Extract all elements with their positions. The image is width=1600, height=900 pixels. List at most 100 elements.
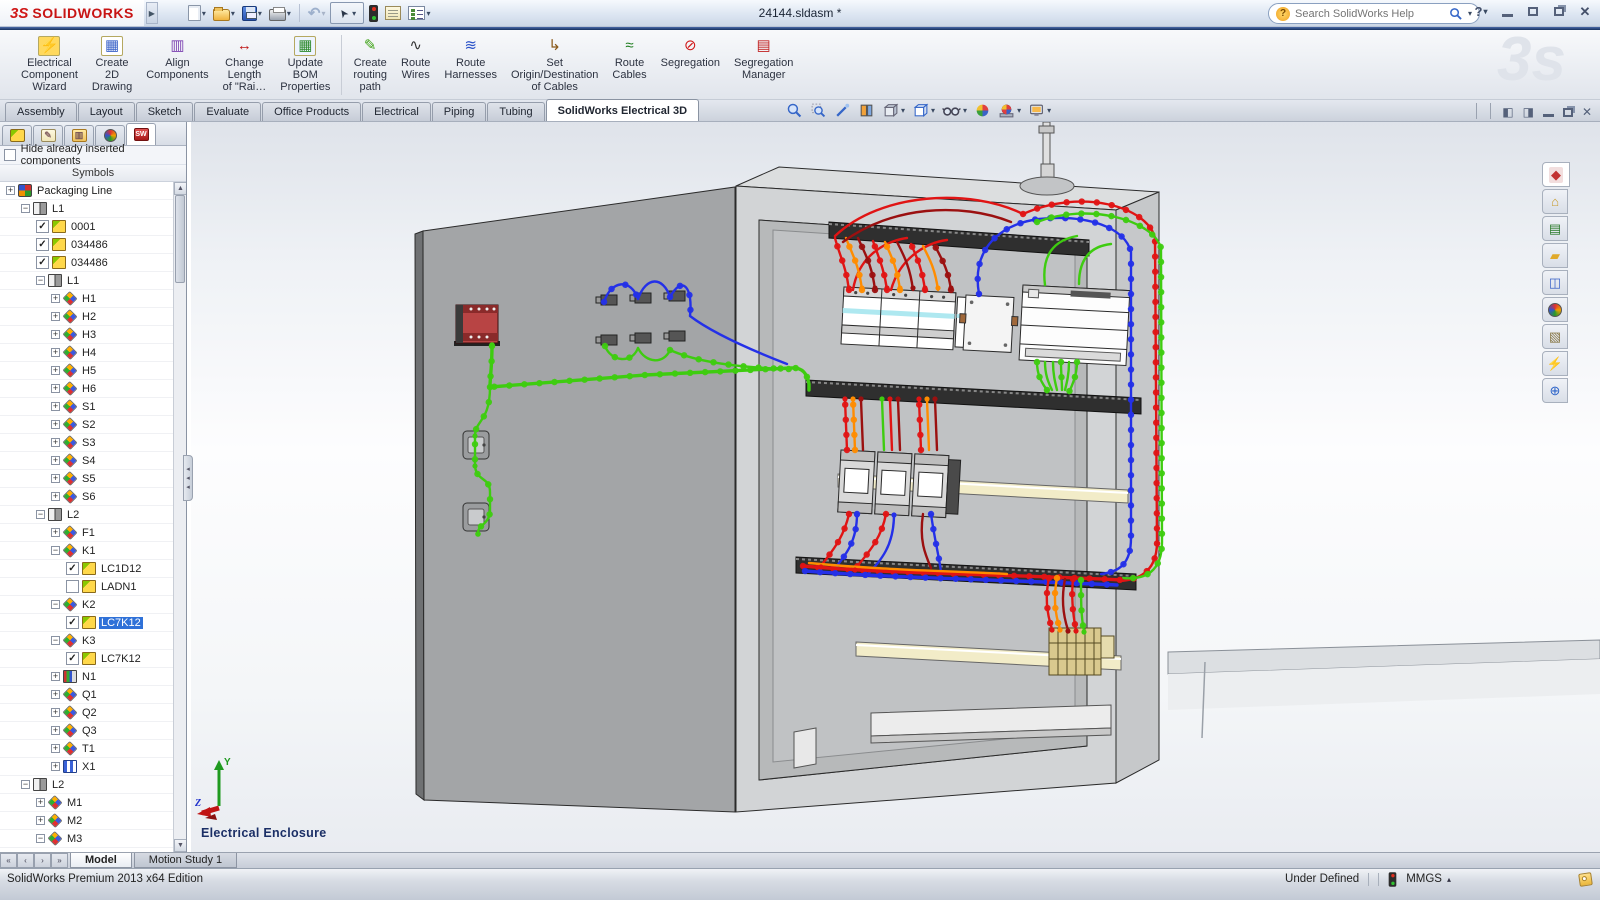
doc-cascade-button[interactable] xyxy=(1563,108,1573,117)
save-button[interactable]: ▾ xyxy=(240,2,264,24)
view-orientation-button[interactable]: ▾ xyxy=(881,101,906,120)
route-harnesses-button[interactable]: ≋Route Harnesses xyxy=(437,35,504,82)
tree-item-label[interactable]: S4 xyxy=(80,455,97,467)
component-checkbox[interactable]: ✓ xyxy=(36,238,49,251)
create-2d-drawing-button[interactable]: ▦Create 2D Drawing xyxy=(85,35,139,94)
tree-expander[interactable]: + xyxy=(51,348,60,357)
task-pane-tab-custom-properties[interactable]: ▧ xyxy=(1542,324,1568,349)
tab-property-manager[interactable]: ✎ xyxy=(33,125,63,145)
open-button[interactable]: ▾ xyxy=(211,2,237,24)
zoom-to-fit-button[interactable] xyxy=(785,101,804,120)
tree-item-label[interactable]: Q3 xyxy=(80,725,99,737)
task-pane-tab-electrical-manager[interactable]: ⚡ xyxy=(1542,351,1568,376)
scroll-up-button[interactable]: ▲ xyxy=(174,182,186,195)
component-checkbox[interactable]: ✓ xyxy=(36,256,49,269)
display-style-button[interactable]: ▾ xyxy=(911,101,936,120)
tree-row-q2[interactable]: + Q2 xyxy=(0,704,173,722)
edit-appearance-button[interactable] xyxy=(973,101,992,120)
update-bom-properties-button[interactable]: ▦Update BOM Properties xyxy=(273,35,337,94)
task-pane-tab-property-inspector[interactable]: ⊕ xyxy=(1542,378,1568,403)
scroll-next-tab-button[interactable]: › xyxy=(34,853,51,868)
tree-row-0001[interactable]: ✓0001 xyxy=(0,218,173,236)
tree-item-label[interactable]: LC7K12 xyxy=(99,653,143,665)
tree-item-label[interactable]: H5 xyxy=(80,365,98,377)
segregation-button[interactable]: ⊘Segregation xyxy=(654,35,727,70)
tree-expander[interactable]: + xyxy=(6,186,15,195)
scrollbar-thumb[interactable] xyxy=(175,195,185,283)
tree-item-label[interactable]: M2 xyxy=(65,815,84,827)
tree-expander[interactable]: − xyxy=(51,600,60,609)
tree-row-s4[interactable]: +S4 xyxy=(0,452,173,470)
command-tab-solidworks-electrical-3d[interactable]: SolidWorks Electrical 3D xyxy=(546,99,699,121)
tree-row-h1[interactable]: +H1 xyxy=(0,290,173,308)
tree-expander[interactable]: + xyxy=(51,744,60,753)
task-pane-tab-solidworks-resources[interactable]: ◆ xyxy=(1542,162,1570,187)
tree-scrollbar[interactable]: ▲ ▼ xyxy=(173,182,186,852)
tree-expander[interactable]: + xyxy=(51,528,60,537)
restore-button[interactable] xyxy=(1524,4,1542,19)
tree-expander[interactable]: + xyxy=(36,816,45,825)
tree-item-label[interactable]: L1 xyxy=(65,275,81,287)
tab-feature-manager[interactable] xyxy=(2,125,32,145)
tree-expander[interactable]: + xyxy=(51,366,60,375)
tree-item-label[interactable]: S2 xyxy=(80,419,97,431)
options-button[interactable]: ▾ xyxy=(406,2,432,24)
task-pane-tab-design-library[interactable]: ▤ xyxy=(1542,216,1568,241)
tree-item-label[interactable]: H1 xyxy=(80,293,98,305)
tree-row-l2[interactable]: −L2 xyxy=(0,776,173,794)
tree-item-label[interactable]: L2 xyxy=(65,509,81,521)
tree-item-label[interactable]: Packaging Line xyxy=(35,185,114,197)
graphics-viewport[interactable]: Y Z Electrical Enclosure xyxy=(191,122,1600,852)
doc-minimize-button[interactable] xyxy=(1543,108,1554,117)
tab-configuration-manager[interactable]: ▥ xyxy=(64,125,94,145)
tree-expander[interactable]: + xyxy=(51,420,60,429)
tree-item-label[interactable]: 034486 xyxy=(69,239,110,251)
tree-item-label[interactable]: N1 xyxy=(80,671,98,683)
tree-item-label[interactable]: L2 xyxy=(50,779,66,791)
electrical-component-wizard-button[interactable]: ⚡Electrical Component Wizard xyxy=(14,35,85,94)
minimize-button[interactable] xyxy=(1498,4,1516,19)
tree-item-label[interactable]: X1 xyxy=(80,761,97,773)
tree-row-k1[interactable]: −K1 xyxy=(0,542,173,560)
tree-item-label[interactable]: H4 xyxy=(80,347,98,359)
tree-row-m2[interactable]: + M2 xyxy=(0,812,173,830)
tree-row-s1[interactable]: +S1 xyxy=(0,398,173,416)
tree-item-label[interactable]: Q2 xyxy=(80,707,99,719)
previous-view-button[interactable] xyxy=(833,101,852,120)
section-view-button[interactable] xyxy=(857,101,876,120)
search-input[interactable] xyxy=(1295,8,1444,20)
tree-expander[interactable]: − xyxy=(51,636,60,645)
create-routing-path-button[interactable]: ✎Create routing path xyxy=(346,35,394,94)
tree-expander[interactable]: − xyxy=(21,204,30,213)
task-pane-tab-home[interactable]: ⌂ xyxy=(1542,189,1568,214)
command-tab-sketch[interactable]: Sketch xyxy=(136,102,194,121)
tree-expander[interactable]: + xyxy=(51,708,60,717)
tree-expander[interactable]: + xyxy=(51,330,60,339)
tree-item-label[interactable]: 034486 xyxy=(69,257,110,269)
tree-row-h3[interactable]: +H3 xyxy=(0,326,173,344)
tree-row-q3[interactable]: +Q3 xyxy=(0,722,173,740)
tree-item-label[interactable]: T1 xyxy=(80,743,97,755)
set-origin-destination-button[interactable]: ↳Set Origin/Destination of Cables xyxy=(504,35,605,94)
doc-tab-motion-study-1[interactable]: Motion Study 1 xyxy=(134,853,237,868)
tree-item-label[interactable]: K1 xyxy=(80,545,97,557)
tree-item-label[interactable]: 0001 xyxy=(69,221,97,233)
tree-row-k2[interactable]: −K2 xyxy=(0,596,173,614)
select-tool-button[interactable]: ➤▾ xyxy=(330,2,364,24)
route-wires-button[interactable]: ∿Route Wires xyxy=(394,35,437,82)
segregation-manager-button[interactable]: ▤Segregation Manager xyxy=(727,35,800,82)
tree-expander[interactable]: + xyxy=(51,762,60,771)
scroll-last-tab-button[interactable]: » xyxy=(51,853,68,868)
command-tab-piping[interactable]: Piping xyxy=(432,102,487,121)
tree-row-h6[interactable]: +H6 xyxy=(0,380,173,398)
apply-scene-button[interactable]: ▾ xyxy=(997,101,1022,120)
route-cables-button[interactable]: ≈Route Cables xyxy=(605,35,653,82)
tree-expander[interactable]: − xyxy=(36,276,45,285)
tree-row-ladn1[interactable]: LADN1 xyxy=(0,578,173,596)
help-button[interactable]: ?▾ xyxy=(1472,4,1490,19)
undo-button[interactable]: ↶▾ xyxy=(306,2,328,24)
tree-row-x1[interactable]: + X1 xyxy=(0,758,173,776)
tree-row-lc1d12[interactable]: ✓LC1D12 xyxy=(0,560,173,578)
command-tab-evaluate[interactable]: Evaluate xyxy=(194,102,261,121)
hide-inserted-checkbox[interactable] xyxy=(4,149,16,161)
